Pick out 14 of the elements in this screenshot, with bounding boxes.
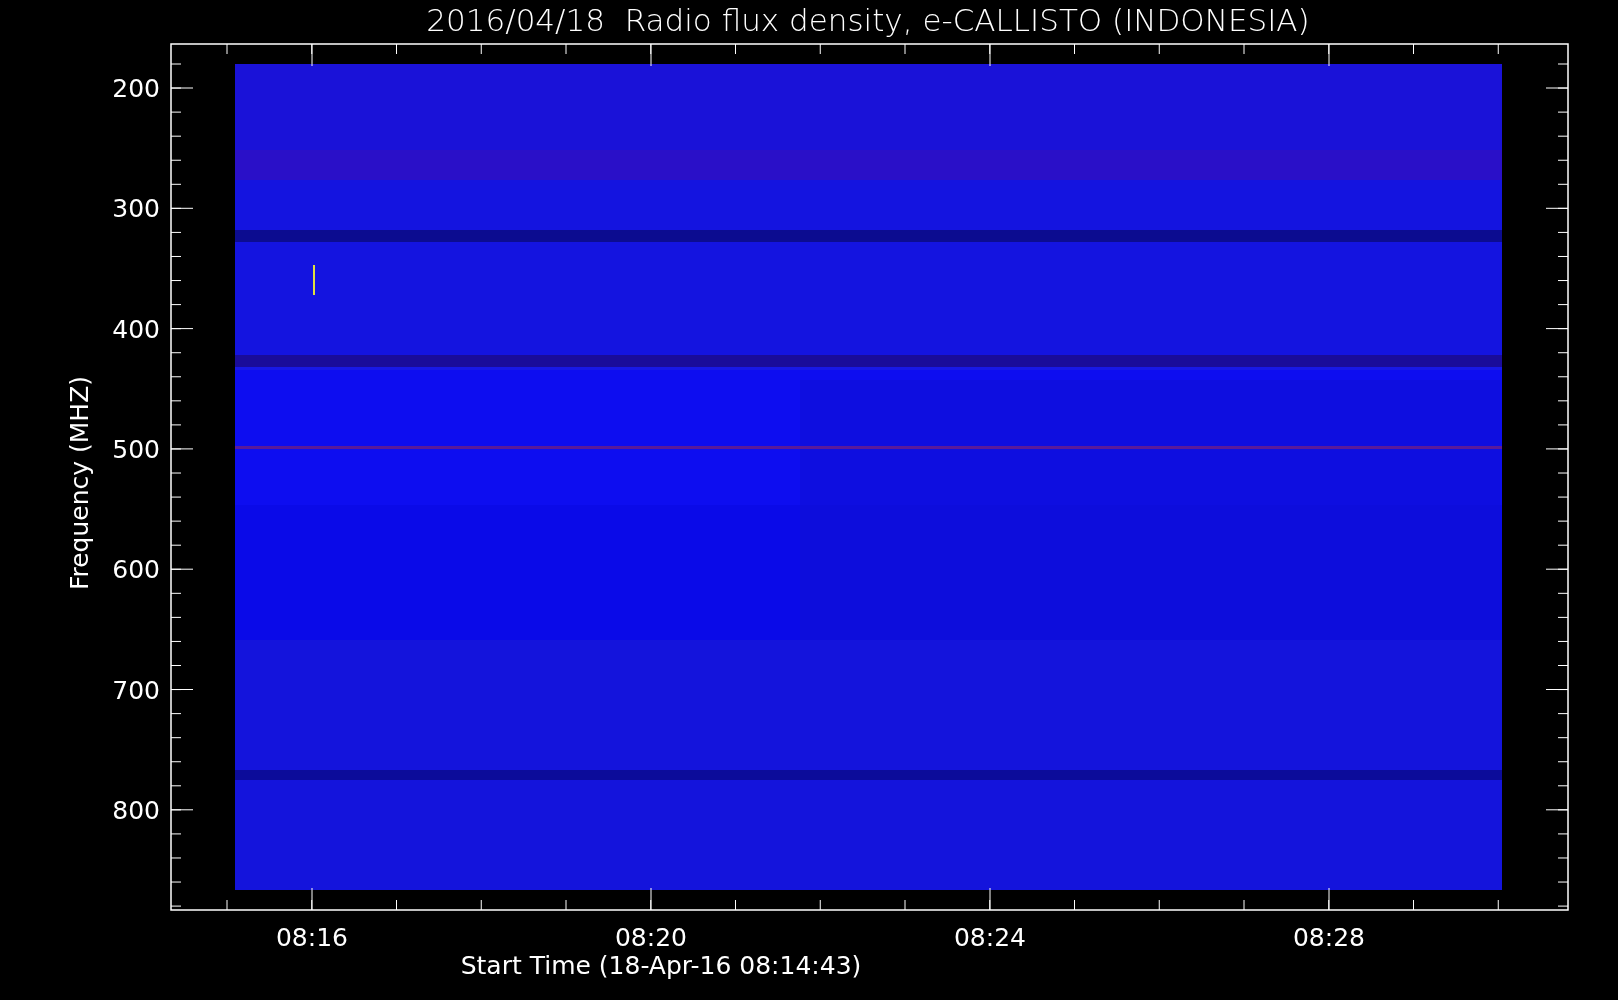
axis-tick-label: 08:28	[1293, 923, 1365, 952]
axis-tick-label: 08:20	[615, 923, 687, 952]
axis-tick-label: 500	[112, 434, 160, 464]
chart-title: 2016/04/18 Radio flux density, e-CALLISTO (INDONESIA)	[426, 2, 1310, 38]
axis-tick-label: 700	[112, 675, 160, 705]
axis-tick-label: 400	[112, 314, 160, 344]
axis-tick-label: 600	[112, 555, 160, 585]
y-axis-label: Frequency (MHZ)	[65, 375, 94, 591]
x-axis-label: Start Time (18-Apr-16 08:14:43)	[460, 951, 862, 980]
axis-tick-label: 300	[112, 194, 160, 224]
axis-tick-label: 200	[112, 74, 160, 103]
axis-tick-label: 08:16	[276, 923, 348, 952]
axis-tick-label: 800	[112, 795, 160, 825]
axis-tick-label: 08:24	[954, 923, 1026, 952]
